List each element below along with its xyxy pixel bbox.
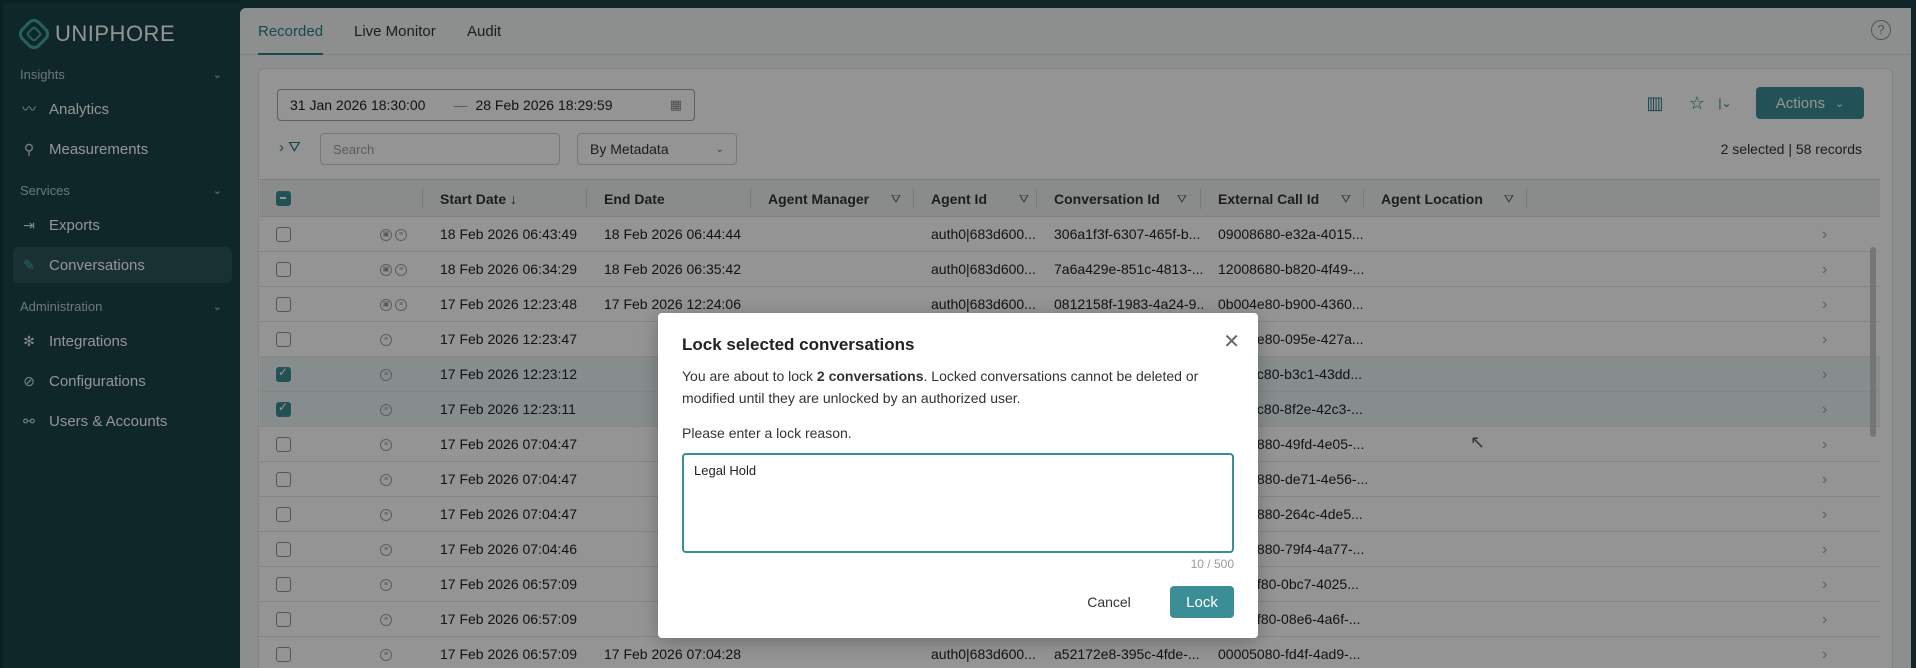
lock-reason-input[interactable]: Legal Hold xyxy=(682,453,1234,553)
lock-button[interactable]: Lock xyxy=(1170,586,1234,618)
mouse-cursor-icon: ↖ xyxy=(1470,432,1486,452)
dialog-message: You are about to lock 2 conversations. L… xyxy=(682,368,1199,406)
character-counter: 10 / 500 xyxy=(1190,557,1234,571)
lock-reason-label: Please enter a lock reason. xyxy=(682,425,852,441)
cancel-button[interactable]: Cancel xyxy=(1078,586,1140,618)
lock-dialog: Lock selected conversations ✕ You are ab… xyxy=(658,313,1258,638)
close-icon[interactable]: ✕ xyxy=(1223,329,1240,354)
dialog-title: Lock selected conversations xyxy=(682,335,915,354)
